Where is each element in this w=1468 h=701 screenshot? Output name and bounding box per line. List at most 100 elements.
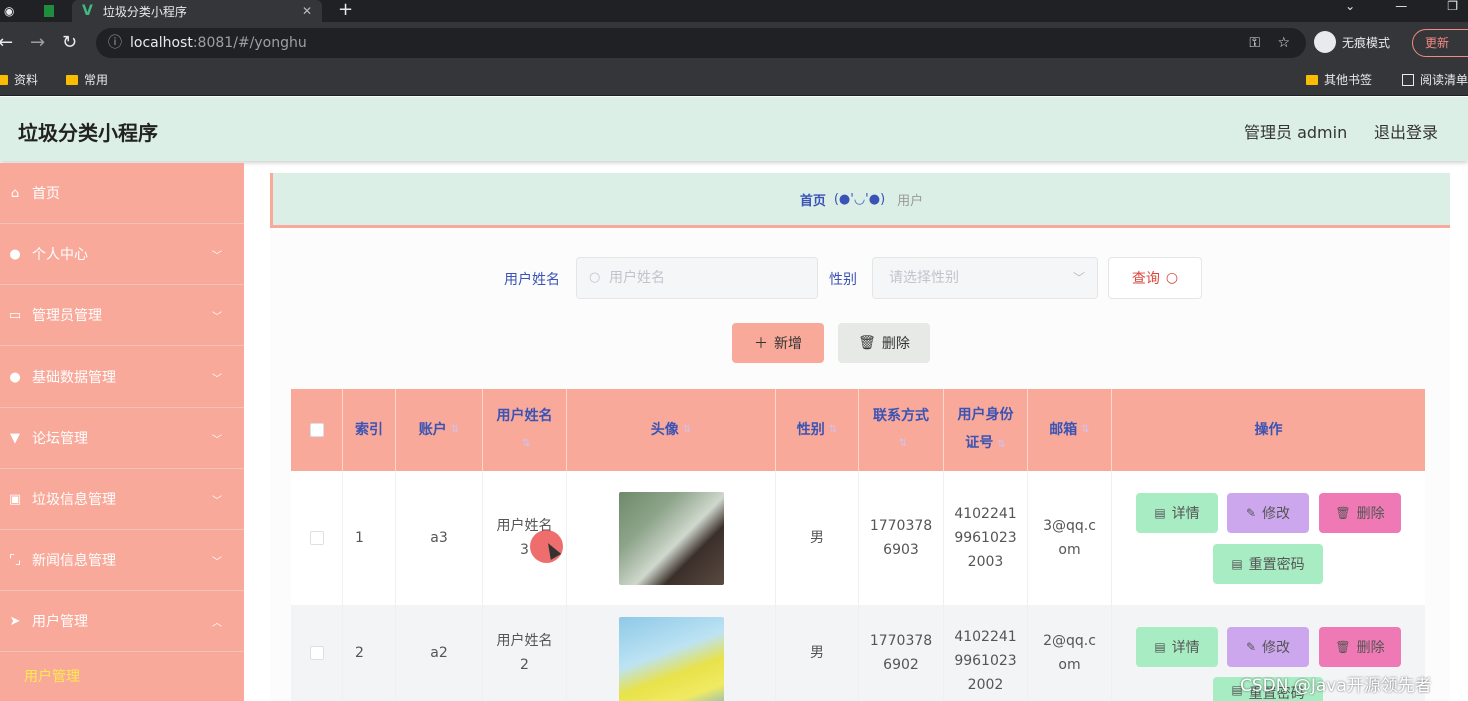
sidebar-item-label: 个人中心 bbox=[32, 247, 88, 263]
breadcrumb-home[interactable]: 首页 bbox=[800, 190, 826, 209]
tab-close-icon[interactable]: ✕ bbox=[302, 4, 312, 18]
chevron-down-icon: ﹀ bbox=[1072, 271, 1085, 285]
edit-button[interactable]: ✎ 修改 bbox=[1227, 493, 1309, 533]
edit-button[interactable]: ✎ 修改 bbox=[1227, 627, 1309, 667]
window-controls: ⌄ — ❐ bbox=[1345, 0, 1458, 12]
star-icon[interactable]: ☆ bbox=[1277, 28, 1290, 58]
gender-select[interactable]: 请选择性别 ﹀ bbox=[872, 257, 1098, 299]
col-email-label: 邮箱 bbox=[1049, 422, 1078, 438]
bookmark-item[interactable]: 资料 bbox=[0, 71, 38, 88]
tab-search-icon[interactable]: ⌄ bbox=[1345, 0, 1355, 12]
incognito-indicator[interactable]: 无痕模式 bbox=[1314, 31, 1390, 53]
sheet-tab-icon[interactable] bbox=[44, 0, 58, 22]
restore-icon[interactable]: ❐ bbox=[1447, 0, 1458, 12]
reading-list[interactable]: 阅读清单 bbox=[1402, 71, 1468, 88]
folder-icon bbox=[1306, 74, 1318, 85]
col-account[interactable]: 账户 ⇅ bbox=[396, 389, 483, 471]
name-search-placeholder: 用户姓名 bbox=[609, 270, 665, 286]
sort-icon[interactable]: ⇅ bbox=[451, 416, 459, 444]
new-tab-button[interactable]: + bbox=[338, 0, 353, 20]
browser-tab-active[interactable]: V 垃圾分类小程序 ✕ bbox=[72, 0, 322, 22]
url-field[interactable]: ⓘ localhost:8081/#/yonghu ⚿ ☆ bbox=[96, 28, 1306, 58]
col-name[interactable]: 用户姓名 ⇅ bbox=[483, 389, 567, 471]
cell-index: 2 bbox=[343, 605, 396, 701]
sidebar-item-label: 垃圾信息管理 bbox=[32, 492, 116, 508]
forward-icon[interactable]: → bbox=[30, 32, 45, 53]
reload-icon[interactable]: ↻ bbox=[62, 32, 77, 53]
admin-label: 管理员 admin bbox=[1244, 123, 1348, 142]
query-button[interactable]: 查询 ○ bbox=[1108, 257, 1202, 299]
add-button[interactable]: ＋ 新增 bbox=[732, 323, 824, 363]
bookmark-item[interactable]: 常用 bbox=[66, 71, 108, 88]
sort-icon[interactable]: ⇅ bbox=[829, 416, 837, 444]
col-index-label: 索引 bbox=[355, 422, 383, 438]
sort-icon[interactable]: ⇅ bbox=[997, 439, 1005, 450]
col-gender[interactable]: 性别 ⇅ bbox=[776, 389, 859, 471]
row-checkbox[interactable] bbox=[309, 646, 324, 660]
col-account-label: 账户 bbox=[418, 422, 447, 438]
batch-delete-label: 删除 bbox=[881, 336, 910, 352]
document-icon: ▤ bbox=[1231, 557, 1243, 571]
sidebar-item-garbage[interactable]: ▣ 垃圾信息管理 ﹀ bbox=[0, 469, 244, 530]
back-icon[interactable]: ← bbox=[0, 32, 13, 53]
col-phone[interactable]: 联系方式 ⇅ bbox=[859, 389, 944, 471]
col-avatar[interactable]: 头像 ⇅ bbox=[567, 389, 776, 471]
avatar-image[interactable] bbox=[618, 491, 724, 585]
minimize-icon[interactable]: — bbox=[1395, 0, 1407, 12]
reset-password-button[interactable]: ▤ 重置密码 bbox=[1213, 544, 1323, 584]
sort-icon[interactable]: ⇅ bbox=[522, 430, 530, 458]
sort-icon[interactable]: ⇅ bbox=[683, 416, 691, 444]
avatar-image[interactable] bbox=[618, 617, 724, 701]
select-all-checkbox[interactable] bbox=[309, 423, 324, 437]
update-button[interactable]: 更新 bbox=[1412, 29, 1468, 57]
sidebar-item-users[interactable]: ➤ 用户管理 ︿ bbox=[0, 591, 244, 652]
col-idcard-label: 用户身份 bbox=[957, 407, 1014, 423]
delete-button[interactable]: 🗑 删除 bbox=[1319, 627, 1401, 667]
sidebar-item-home[interactable]: ⌂ 首页 bbox=[0, 163, 244, 224]
sort-icon[interactable]: ⇅ bbox=[1081, 416, 1089, 444]
col-idcard[interactable]: 用户身份 证号 ⇅ bbox=[944, 389, 1028, 471]
vue-logo-icon: V bbox=[82, 3, 93, 19]
globe-icon[interactable]: ◉ bbox=[4, 0, 14, 22]
col-email[interactable]: 邮箱 ⇅ bbox=[1028, 389, 1112, 471]
logout-link[interactable]: 退出登录 bbox=[1374, 119, 1438, 143]
key-icon[interactable]: ⚿ bbox=[1249, 28, 1260, 58]
sidebar-item-admins[interactable]: ▭ 管理员管理 ﹀ bbox=[0, 285, 244, 346]
incognito-label: 无痕模式 bbox=[1342, 35, 1391, 50]
table-header: 索引 账户 ⇅ 用户姓名 ⇅ 头像 ⇅ 性别 ⇅ 联系方式 ⇅ 用户身份 证号 ⇅ 邮箱 ⇅ 操… bbox=[291, 389, 1425, 471]
col-ops-label: 操作 bbox=[1254, 422, 1283, 438]
name-search-input[interactable]: ○ 用户姓名 bbox=[576, 257, 818, 299]
cell-name: 用户姓名 2 bbox=[483, 605, 567, 701]
sort-icon[interactable]: ⇅ bbox=[899, 430, 907, 458]
sidebar-subitem-user[interactable]: 用户管理 bbox=[24, 666, 80, 686]
table-row: 1 a3 用户姓名 3 男 1770378 6903 4102241 9961023 2… bbox=[291, 471, 1425, 605]
breadcrumb: 首页 (●'◡'●) 用户 bbox=[270, 173, 1450, 225]
sidebar-item-profile[interactable]: ● 个人中心 ﹀ bbox=[0, 224, 244, 285]
delete-button[interactable]: 🗑 删除 bbox=[1319, 493, 1401, 533]
batch-delete-button[interactable]: 🗑 删除 bbox=[838, 323, 930, 363]
gender-select-placeholder: 请选择性别 bbox=[889, 270, 959, 286]
cell-ops bbox=[1112, 471, 1425, 605]
browser-tab-bar: ◉ V 垃圾分类小程序 ✕ + ⌄ — ❐ bbox=[0, 0, 1468, 22]
edit-label: 修改 bbox=[1262, 506, 1291, 522]
other-bookmarks[interactable]: 其他书签 bbox=[1306, 71, 1372, 88]
flag-icon: ▼ bbox=[10, 430, 20, 446]
site-info-icon[interactable]: ⓘ bbox=[108, 28, 122, 58]
detail-label: 详情 bbox=[1171, 640, 1200, 656]
cell-account: a3 bbox=[396, 471, 483, 605]
reset-password-label: 重置密码 bbox=[1248, 557, 1305, 573]
col-index[interactable]: 索引 bbox=[343, 389, 396, 471]
cell-phone: 1770378 6903 bbox=[859, 471, 944, 605]
app-title: 垃圾分类小程序 bbox=[18, 121, 158, 145]
sidebar-item-basedata[interactable]: ● 基础数据管理 ﹀ bbox=[0, 347, 244, 408]
bookmark-label: 阅读清单 bbox=[1420, 73, 1468, 87]
search-icon: ○ bbox=[1165, 270, 1179, 286]
detail-button[interactable]: ▤ 详情 bbox=[1136, 493, 1218, 533]
cell-phone-line: 1770378 bbox=[869, 518, 933, 534]
sidebar-item-forum[interactable]: ▼ 论坛管理 ﹀ bbox=[0, 408, 244, 469]
row-checkbox[interactable] bbox=[309, 531, 324, 545]
cell-idcard-line: 9961023 bbox=[954, 530, 1017, 546]
cell-gender: 男 bbox=[776, 471, 859, 605]
sidebar-item-news[interactable]: ⌜⌟ 新闻信息管理 ﹀ bbox=[0, 530, 244, 591]
detail-button[interactable]: ▤ 详情 bbox=[1136, 627, 1218, 667]
